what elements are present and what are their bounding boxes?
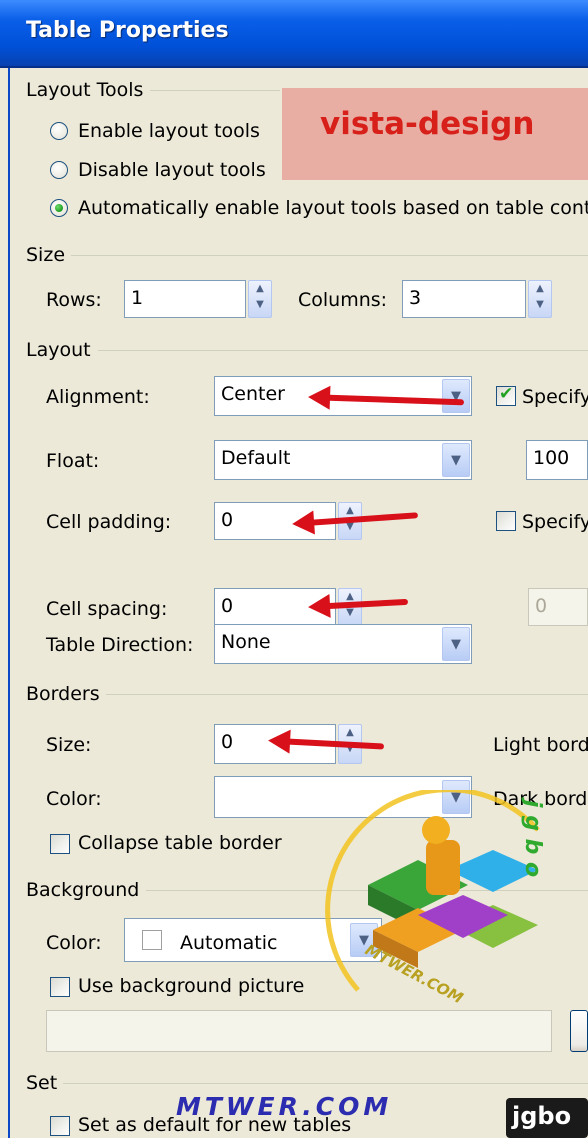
collapse-border-label: Collapse table border (78, 832, 282, 854)
float-dropdown-button[interactable]: ▼ (442, 443, 470, 477)
background-color-value: Automatic (180, 932, 278, 954)
columns-label: Columns: (298, 289, 388, 311)
radio-auto-layout-tools[interactable] (50, 199, 68, 217)
group-label-layout: Layout (26, 339, 97, 361)
use-background-picture-checkbox[interactable] (50, 977, 70, 997)
rows-input[interactable]: 1 (124, 280, 246, 318)
border-color-label: Color: (46, 788, 102, 810)
watermark-logo-graphic (325, 790, 540, 992)
border-size-label: Size: (46, 734, 92, 756)
collapse-border-checkbox[interactable] (50, 834, 70, 854)
watermark-corner-logo: jgbo (512, 1102, 572, 1130)
float-label: Float: (46, 450, 100, 472)
height-input[interactable]: 0 (528, 588, 588, 626)
light-border-label: Light bord (493, 734, 588, 756)
float-select[interactable]: Default (214, 440, 472, 480)
radio-label-auto: Automatically enable layout tools based … (78, 197, 588, 219)
background-color-label: Color: (46, 932, 102, 954)
watermark-site-text: MTWER.COM (176, 1092, 393, 1121)
rows-label: Rows: (46, 289, 102, 311)
radio-label-disable: Disable layout tools (78, 159, 266, 181)
group-label-borders: Borders (26, 683, 106, 705)
columns-input[interactable]: 3 (402, 280, 526, 318)
width-input[interactable]: 100 (526, 440, 588, 480)
table-direction-label: Table Direction: (46, 634, 194, 656)
specify-height-checkbox[interactable] (496, 511, 516, 531)
specify-height-label: Specify (522, 511, 588, 533)
radio-enable-layout-tools[interactable] (50, 122, 68, 140)
window-title: Table Properties (26, 18, 229, 43)
group-label-background: Background (26, 879, 146, 901)
cell-padding-label: Cell padding: (46, 511, 172, 533)
radio-label-enable: Enable layout tools (78, 120, 260, 142)
group-divider-set (62, 1083, 588, 1084)
table-direction-dropdown-button[interactable]: ▼ (442, 627, 470, 661)
cell-spacing-label: Cell spacing: (46, 598, 168, 620)
rows-spinner[interactable]: ▲ ▼ (248, 280, 272, 318)
alignment-dropdown-button[interactable]: ▼ (442, 379, 470, 413)
group-label-size: Size (26, 244, 72, 266)
watermark-banner-text: vista-design (320, 106, 535, 142)
specify-width-checkbox[interactable] (496, 384, 516, 406)
use-background-picture-label: Use background picture (78, 975, 305, 997)
radio-disable-layout-tools[interactable] (50, 161, 68, 179)
watermark-letters: j g b o (520, 800, 545, 878)
specify-width-label: Specify (522, 386, 588, 408)
alignment-label: Alignment: (46, 386, 150, 408)
group-divider-layout (98, 350, 588, 351)
columns-spinner[interactable]: ▲ ▼ (528, 280, 552, 318)
group-divider-size (64, 255, 588, 256)
color-swatch (142, 930, 162, 950)
group-divider-layout-tools (150, 90, 280, 91)
table-direction-select[interactable]: None (214, 624, 472, 664)
group-divider-borders (106, 694, 588, 695)
group-label-set: Set (26, 1072, 64, 1094)
group-label-layout-tools: Layout Tools (26, 79, 150, 101)
set-default-checkbox[interactable] (50, 1116, 70, 1136)
